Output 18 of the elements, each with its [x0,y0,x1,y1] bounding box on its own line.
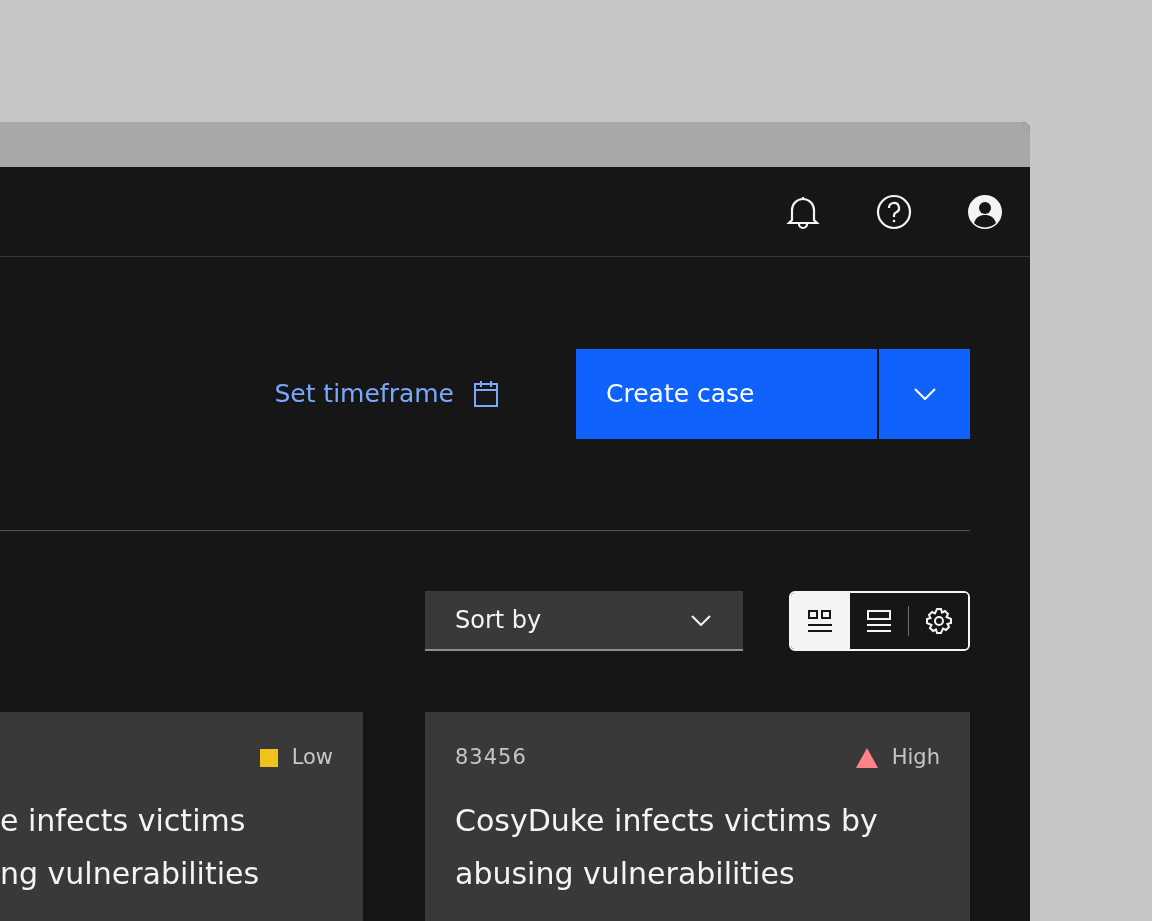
sort-dropdown[interactable]: Sort by [425,591,743,651]
settings-icon [925,608,952,634]
calendar-icon [474,381,498,407]
chevron-down-icon [913,388,936,400]
case-title: e infects victims ng vulnerabilities [0,801,261,893]
list-icon [866,609,892,633]
severity-label: High [891,744,940,771]
case-id: 83456 [455,744,527,771]
grid-icon [807,609,834,633]
case-card[interactable]: Low e infects victims ng vulnerabilities [0,712,363,921]
grid-view-button[interactable] [791,593,850,649]
set-timeframe-link[interactable]: Set timeframe [274,375,498,413]
chevron-down-icon [691,614,711,626]
case-card[interactable]: 83456 High CosyDuke infects victims by abusing vulnerabilities [425,712,970,921]
severity-label: Low [291,744,333,771]
create-case-button[interactable]: Create case [576,349,877,439]
dropdown-toggle-button[interactable] [879,349,970,439]
case-title: CosyDuke infects victims by abusing vulnerabilities [455,801,879,893]
